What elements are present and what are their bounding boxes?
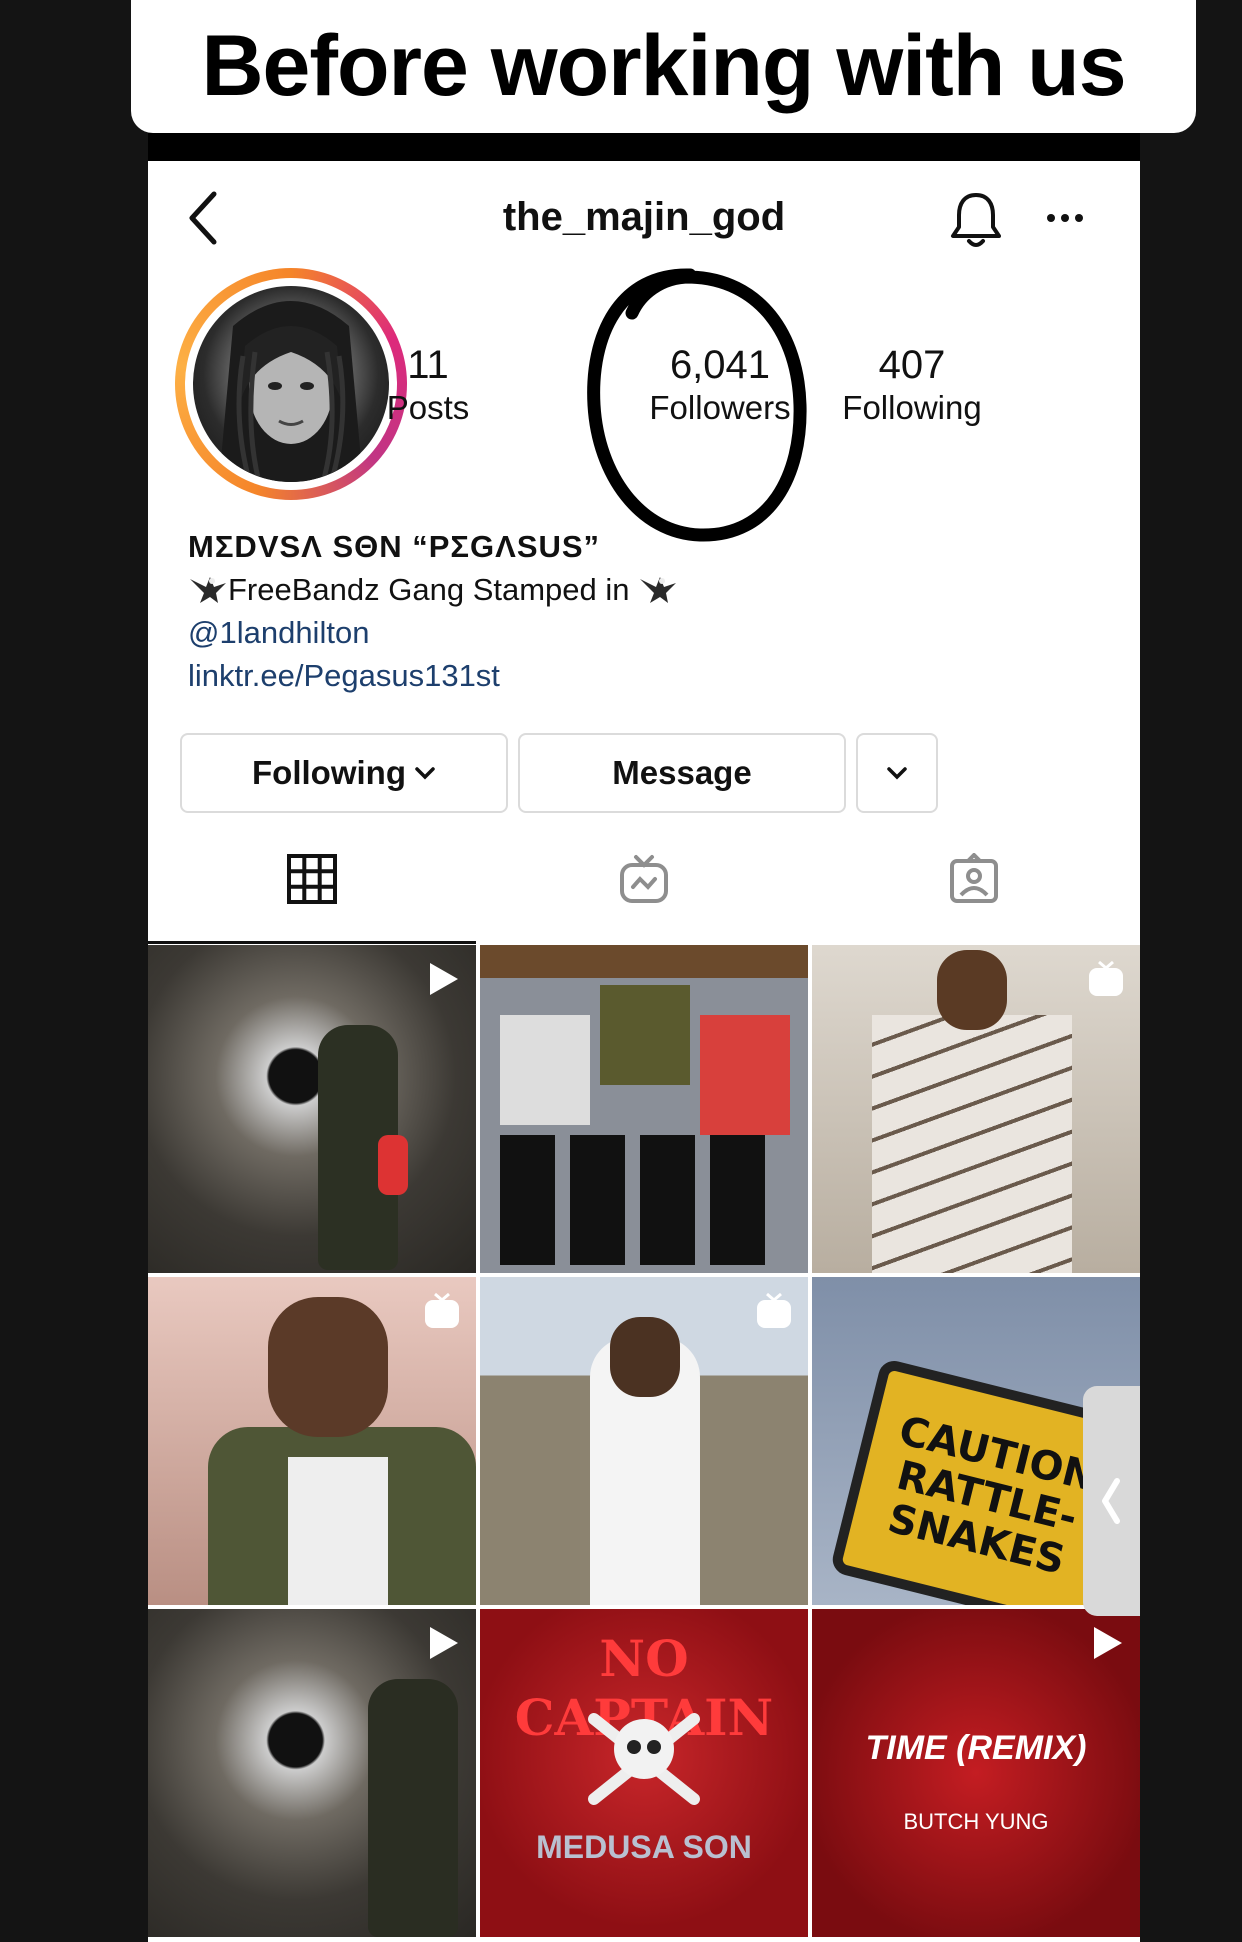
igtv-badge-icon: [425, 1292, 459, 1328]
caption-banner: Before working with us: [131, 0, 1196, 133]
eagle-emoji-icon: [190, 577, 226, 603]
skull-crossbones-icon: [588, 1713, 700, 1805]
grid-icon[interactable]: [286, 853, 338, 905]
post-tile[interactable]: [480, 1277, 808, 1605]
following-button-label: Following: [252, 754, 406, 791]
stat-posts-value: 11: [407, 343, 449, 387]
posts-grid: CAUTION RATTLE-SNAKES NO CAPTAIN MEDUSA …: [148, 945, 1140, 1942]
post-tile[interactable]: [148, 1277, 476, 1605]
profile-tabs: [148, 823, 1140, 923]
post-subtitle: BUTCH YUNG: [903, 1809, 1049, 1834]
caption-text: Before working with us: [201, 18, 1126, 114]
chevron-down-icon: [415, 767, 435, 780]
hand-drawn-circle-annotation: [587, 268, 807, 542]
instagram-profile-screen: the_majin_god 11 Posts 6,041 Followers 4…: [148, 133, 1140, 1942]
chevron-down-icon: [887, 767, 907, 780]
more-icon[interactable]: [1043, 203, 1087, 233]
post-tile[interactable]: NO CAPTAIN MEDUSA SON: [480, 1609, 808, 1937]
status-bar: [148, 133, 1140, 161]
active-tab-indicator: [148, 941, 476, 944]
post-tile[interactable]: [148, 1609, 476, 1937]
video-play-icon: [430, 963, 458, 995]
bio-website-link[interactable]: linktr.ee/Pegasus131st: [188, 654, 1088, 697]
stat-posts[interactable]: 11 Posts: [328, 343, 528, 429]
igtv-badge-icon: [1089, 960, 1123, 996]
post-tile[interactable]: [148, 945, 476, 1273]
suggested-dropdown-button[interactable]: [856, 733, 938, 813]
tagged-icon[interactable]: [948, 853, 1000, 905]
post-tile[interactable]: [480, 945, 808, 1273]
message-button-label: Message: [612, 754, 752, 791]
side-drawer-handle[interactable]: [1083, 1386, 1140, 1616]
igtv-icon[interactable]: [618, 853, 670, 905]
message-button[interactable]: Message: [518, 733, 846, 813]
profile-bio: MΣDVSΛ SΘN “PΣGΛSUS” FreeBandz Gang Stam…: [188, 525, 1088, 697]
stat-following-value: 407: [878, 343, 946, 387]
display-name: MΣDVSΛ SΘN “PΣGΛSUS”: [188, 529, 601, 564]
post-tile[interactable]: [812, 945, 1140, 1273]
bio-mention-link[interactable]: @1landhilton: [188, 611, 1088, 654]
igtv-badge-icon: [757, 1292, 791, 1328]
stat-following[interactable]: 407 Following: [812, 343, 1012, 429]
post-title: TIME (REMIX): [865, 1729, 1087, 1767]
video-play-icon: [430, 1627, 458, 1659]
bell-icon[interactable]: [948, 189, 1004, 251]
chevron-left-icon: [1102, 1478, 1120, 1524]
following-button[interactable]: Following: [180, 733, 508, 813]
bio-text: FreeBandz Gang Stamped in: [228, 572, 630, 607]
stat-posts-label: Posts: [386, 389, 470, 426]
video-play-icon: [1094, 1627, 1122, 1659]
post-tile[interactable]: TIME (REMIX) BUTCH YUNG: [812, 1609, 1140, 1937]
post-subtitle: MEDUSA SON: [536, 1829, 752, 1865]
eagle-emoji-icon: [640, 577, 677, 603]
stat-following-label: Following: [842, 389, 982, 426]
bio-line: FreeBandz Gang Stamped in: [188, 568, 1088, 611]
